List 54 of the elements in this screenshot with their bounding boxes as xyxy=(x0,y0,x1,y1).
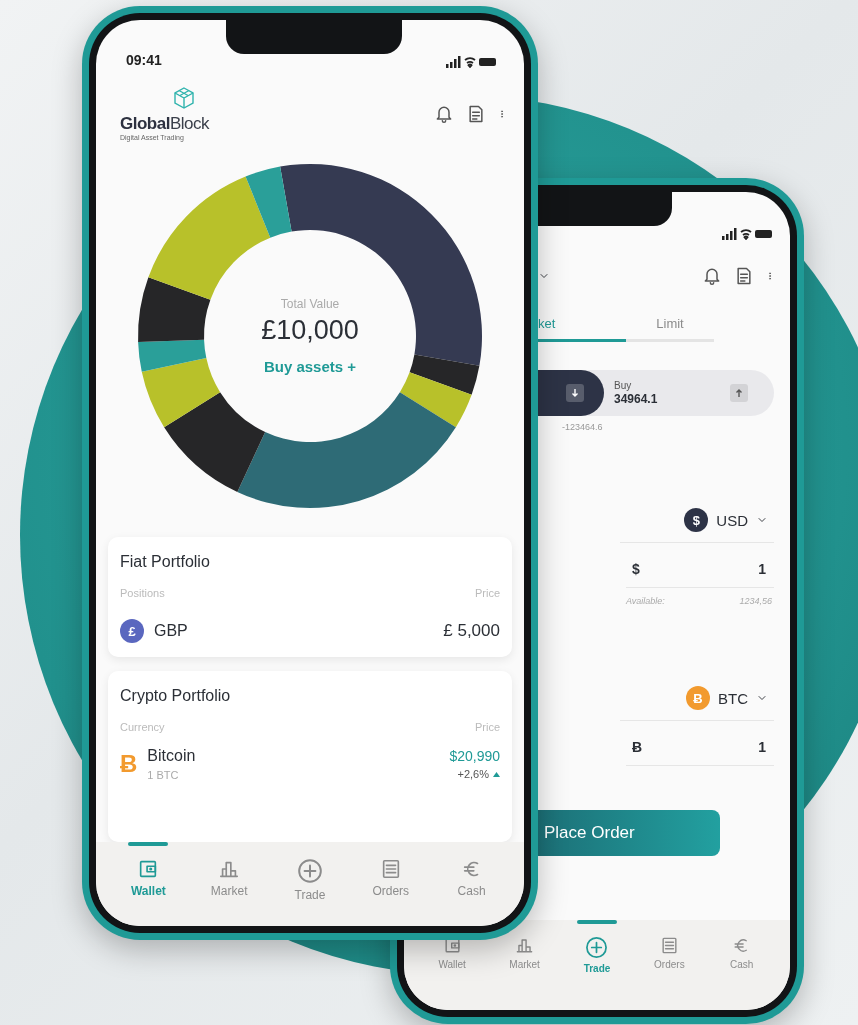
column-header: Price xyxy=(474,721,500,733)
status-time: 09:41 xyxy=(126,52,162,68)
position-price: £ 5,000 xyxy=(443,621,500,641)
amount-input[interactable]: Ƀ 1 xyxy=(626,721,774,766)
status-icons-drawing xyxy=(722,228,772,240)
plus-circle-icon xyxy=(585,936,609,959)
nav-tab[interactable]: Cash xyxy=(710,936,773,970)
column-header: Price xyxy=(474,587,500,599)
brand-name: GlobalBlock xyxy=(120,114,209,134)
nav-tab[interactable]: Market xyxy=(493,936,556,970)
more-menu-icon[interactable] xyxy=(498,109,506,118)
total-value: £10,000 xyxy=(261,315,359,346)
available-label: Available: xyxy=(626,596,665,606)
nav-tab[interactable]: Wallet xyxy=(421,936,484,970)
nav-tab[interactable]: Orders xyxy=(638,936,701,970)
available-amount: 1234,56 xyxy=(739,596,772,606)
document-icon[interactable] xyxy=(466,103,486,124)
status-icons-drawing xyxy=(446,56,496,68)
nav-tab[interactable]: Trade xyxy=(279,842,341,902)
currency-select[interactable]: $ USD xyxy=(620,508,774,543)
price-change: +2,6% xyxy=(457,768,489,780)
nav-tab[interactable]: Cash xyxy=(440,842,503,898)
coin-price: $20,990 xyxy=(449,748,500,764)
active-indicator xyxy=(576,920,617,924)
total-label: Total Value xyxy=(280,297,340,311)
list-icon xyxy=(659,936,679,955)
document-icon[interactable] xyxy=(734,266,754,286)
nav-tab[interactable]: Trade xyxy=(565,936,628,974)
nav-tab[interactable]: Market xyxy=(198,842,261,898)
currency-badge: Ƀ xyxy=(686,686,710,710)
bar-chart-icon xyxy=(515,936,535,955)
more-menu-icon[interactable] xyxy=(766,272,774,280)
column-header: Currency xyxy=(120,721,165,733)
card-title: Fiat Portfolio xyxy=(120,553,211,571)
currency-name: GBP xyxy=(154,622,188,640)
currency-badge: $ xyxy=(684,508,709,532)
plus-circle-icon xyxy=(297,858,323,884)
coin-glyph: Ƀ xyxy=(120,750,138,778)
nav-tab[interactable]: Wallet xyxy=(117,842,180,898)
buy-assets-link[interactable]: Buy assets + xyxy=(263,358,357,375)
up-triangle-icon xyxy=(493,771,500,777)
amount-input[interactable]: $ 1 xyxy=(626,543,774,588)
order-type-tab[interactable]: ket xyxy=(538,316,626,342)
coin-amount: 1 BTC xyxy=(147,769,179,781)
column-header: Positions xyxy=(120,587,165,599)
coin-name: Bitcoin xyxy=(147,747,196,765)
currency-badge: £ xyxy=(120,619,144,643)
sell-price: -123464.6 xyxy=(562,422,604,432)
active-indicator xyxy=(128,842,169,846)
order-type-tab[interactable]: Limit xyxy=(626,316,714,342)
bell-icon[interactable] xyxy=(702,266,722,286)
currency-select[interactable]: Ƀ BTC xyxy=(620,686,774,721)
nav-tab[interactable]: Orders xyxy=(359,842,422,898)
card-title: Crypto Portfolio xyxy=(120,687,232,705)
